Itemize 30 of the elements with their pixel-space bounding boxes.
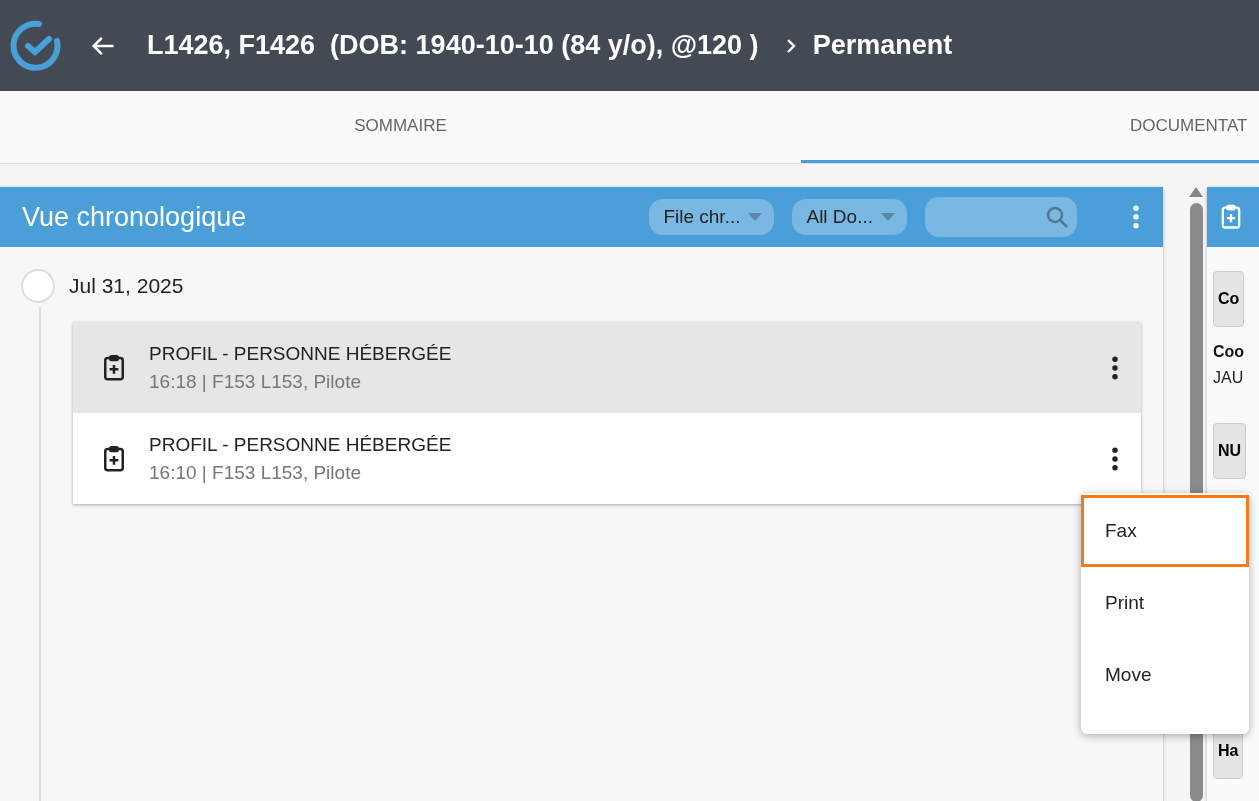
tab[interactable]: DOCUMENTAT [801, 91, 1259, 163]
more-vertical-icon[interactable] [1111, 355, 1119, 380]
menu-item[interactable]: Fax [1081, 495, 1249, 567]
timeline-node [21, 269, 55, 303]
document-entry[interactable]: PROFIL - PERSONNE HÉBERGÉE 16:18 | F153 L153, Pilote [73, 322, 1141, 413]
more-vertical-icon[interactable] [1111, 446, 1119, 471]
search-field[interactable] [925, 197, 1077, 237]
entry-meta: 16:10 | F153 L153, Pilote [149, 461, 362, 484]
scroll-up-arrow-icon[interactable] [1189, 187, 1203, 197]
panel-title: Vue chronologique [22, 201, 248, 233]
entry-meta: 16:18 | F153 L153, Pilote [149, 370, 362, 393]
section-button[interactable]: NU [1213, 423, 1247, 479]
field-label: Coo [1213, 343, 1245, 361]
document-entry[interactable]: PROFIL - PERSONNE HÉBERGÉE 16:10 | F153 L153, Pilote [73, 413, 1141, 504]
breadcrumb-label[interactable]: Permanent [812, 30, 953, 61]
patient-title: L1426, F1426 (DOB: 1940-10-10 (84 y/o), @120 ) [147, 30, 759, 61]
entry-title: PROFIL - PERSONNE HÉBERGÉE [149, 342, 453, 365]
field-value: JAU [1213, 369, 1244, 387]
section-button[interactable]: Co [1213, 271, 1245, 327]
dropdown-caret-icon [881, 213, 895, 221]
tab[interactable]: SOMMAIRE [0, 91, 801, 163]
entry-title: PROFIL - PERSONNE HÉBERGÉE [149, 433, 453, 456]
filter-dropdown[interactable]: File chr... [649, 199, 775, 235]
date-label: Jul 31, 2025 [69, 274, 184, 298]
search-icon [1045, 205, 1069, 229]
menu-item[interactable]: Move [1081, 639, 1249, 711]
menu-item[interactable]: Print [1081, 567, 1249, 639]
dropdown-caret-icon [748, 213, 763, 221]
filter-dropdown[interactable]: All Do... [792, 199, 907, 235]
check-circle-logo-icon [9, 18, 63, 73]
